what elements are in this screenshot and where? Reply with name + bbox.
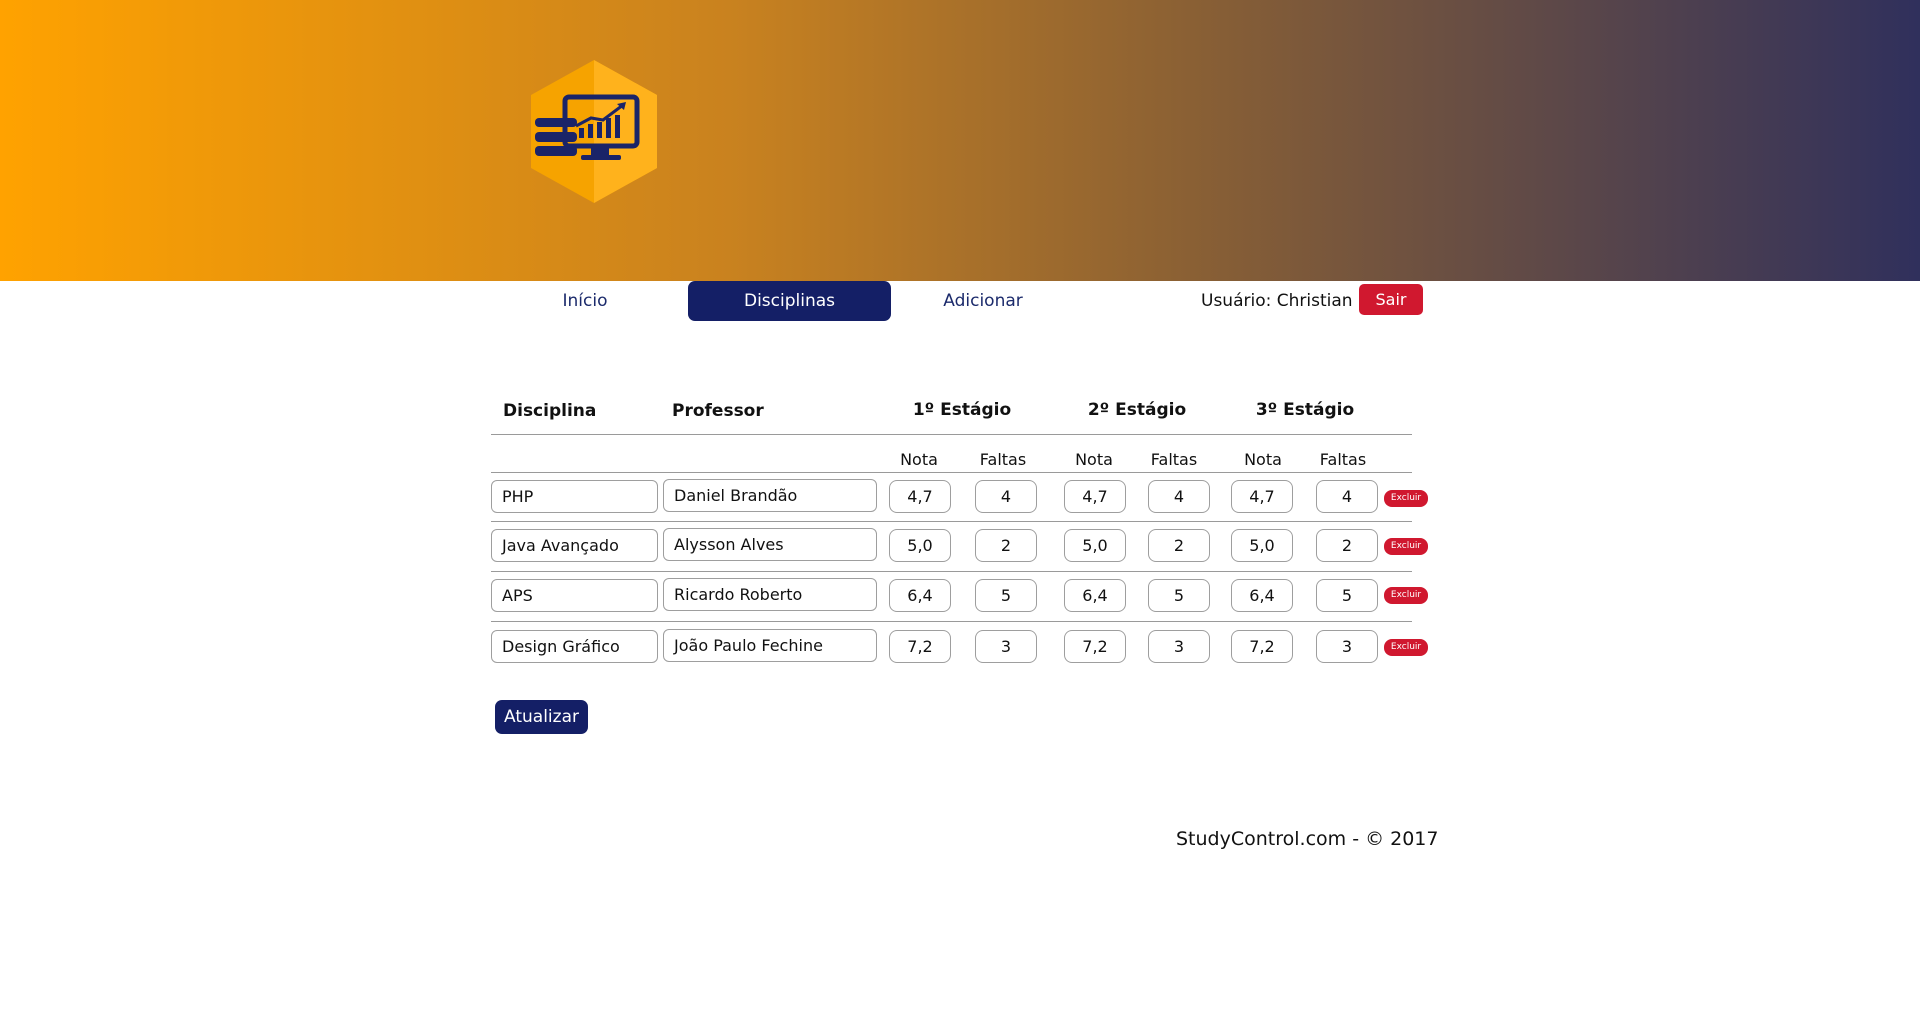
professor-field[interactable]: João Paulo Fechine [663,629,877,662]
nota-field[interactable]: 7,2 [1231,630,1293,663]
faltas-field[interactable]: 3 [975,630,1037,663]
header-divider [491,434,1412,435]
app-logo-icon [531,60,657,203]
faltas-field[interactable]: 5 [975,579,1037,612]
disciplina-field[interactable]: PHP [491,480,658,513]
subheader-divider [491,472,1412,473]
faltas-field[interactable]: 2 [1148,529,1210,562]
delete-button[interactable]: Excluir [1384,490,1428,507]
delete-button[interactable]: Excluir [1384,538,1428,555]
nota-field[interactable]: 5,0 [1231,529,1293,562]
faltas-field[interactable]: 2 [1316,529,1378,562]
nav-inicio[interactable]: Início [537,281,633,321]
nav-adicionar[interactable]: Adicionar [935,281,1031,321]
faltas-field[interactable]: 5 [1148,579,1210,612]
nota-field[interactable]: 6,4 [1064,579,1126,612]
user-label: Usuário: Christian [1201,291,1353,311]
header-stage-1: 1º Estágio [912,400,1012,420]
row-divider [491,521,1412,522]
nota-field[interactable]: 4,7 [889,480,951,513]
faltas-field[interactable]: 4 [1148,480,1210,513]
faltas-field[interactable]: 3 [1148,630,1210,663]
nota-field[interactable]: 6,4 [1231,579,1293,612]
header-disciplina: Disciplina [503,401,597,421]
logout-button[interactable]: Sair [1359,284,1423,315]
nota-field[interactable]: 5,0 [1064,529,1126,562]
nota-field[interactable]: 7,2 [1064,630,1126,663]
subheader-nota-3: Nota [1244,450,1282,469]
professor-field[interactable]: Ricardo Roberto [663,578,877,611]
professor-field[interactable]: Alysson Alves [663,528,877,561]
header-professor: Professor [672,401,764,421]
faltas-field[interactable]: 4 [1316,480,1378,513]
delete-button[interactable]: Excluir [1384,639,1428,656]
page-header [0,0,1920,281]
subheader-nota-2: Nota [1075,450,1113,469]
row-divider [491,571,1412,572]
subheader-faltas-3: Faltas [1319,450,1367,469]
faltas-field[interactable]: 4 [975,480,1037,513]
header-stage-3: 3º Estágio [1255,400,1355,420]
nota-field[interactable]: 7,2 [889,630,951,663]
professor-field[interactable]: Daniel Brandão [663,479,877,512]
faltas-field[interactable]: 5 [1316,579,1378,612]
nota-field[interactable]: 6,4 [889,579,951,612]
nota-field[interactable]: 4,7 [1231,480,1293,513]
nota-field[interactable]: 5,0 [889,529,951,562]
subheader-nota-1: Nota [900,450,938,469]
disciplina-field[interactable]: Design Gráfico [491,630,658,663]
delete-button[interactable]: Excluir [1384,587,1428,604]
subheader-faltas-1: Faltas [979,450,1027,469]
update-button[interactable]: Atualizar [495,700,588,734]
nav-disciplinas[interactable]: Disciplinas [688,281,891,321]
footer-copyright: StudyControl.com - © 2017 [1176,828,1439,850]
faltas-field[interactable]: 3 [1316,630,1378,663]
header-stage-2: 2º Estágio [1087,400,1187,420]
row-divider [491,621,1412,622]
main-nav: Início Disciplinas Adicionar Usuário: Ch… [0,281,1920,323]
disciplina-field[interactable]: Java Avançado [491,529,658,562]
faltas-field[interactable]: 2 [975,529,1037,562]
subheader-faltas-2: Faltas [1150,450,1198,469]
disciplina-field[interactable]: APS [491,579,658,612]
nota-field[interactable]: 4,7 [1064,480,1126,513]
